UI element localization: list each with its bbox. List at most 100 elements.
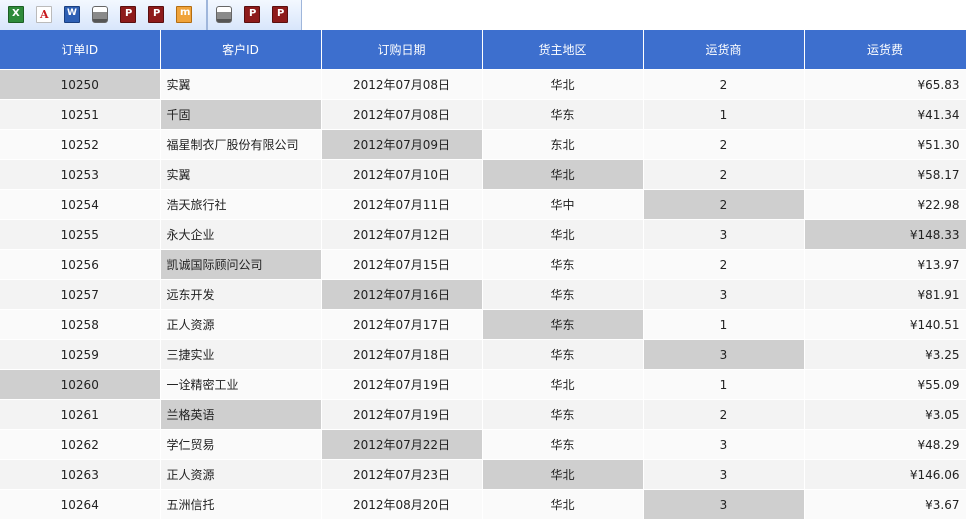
cell-freight: ¥3.05 <box>804 399 967 430</box>
cell-shipper: 2 <box>643 249 805 280</box>
table-row[interactable]: 10258 正人资源 2012年07月17日 华东 1 ¥140.51 <box>0 309 967 340</box>
table-row[interactable]: 10250 实翼 2012年07月08日 华北 2 ¥65.83 <box>0 69 967 100</box>
cell-order-date: 2012年07月09日 <box>321 129 483 160</box>
cell-customer-id: 实翼 <box>160 69 322 100</box>
print-icon[interactable] <box>92 6 108 23</box>
cell-order-date: 2012年07月12日 <box>321 219 483 250</box>
cell-order-date: 2012年07月15日 <box>321 249 483 280</box>
cell-ship-region: 东北 <box>482 129 644 160</box>
cell-shipper: 2 <box>643 129 805 160</box>
cell-customer-id: 远东开发 <box>160 279 322 310</box>
print-toolbar-group <box>207 0 302 30</box>
table-row[interactable]: 10264 五洲信托 2012年08月20日 华北 3 ¥3.67 <box>0 489 967 520</box>
column-header-shipper[interactable]: 运货商 <box>643 30 805 70</box>
cell-customer-id: 五洲信托 <box>160 489 322 520</box>
cell-freight: ¥55.09 <box>804 369 967 400</box>
cell-order-date: 2012年07月11日 <box>321 189 483 220</box>
cell-ship-region: 华北 <box>482 489 644 520</box>
print-pdf-icon[interactable] <box>244 6 260 23</box>
orders-table: 订单ID 客户ID 订购日期 货主地区 运货商 运货费 10250 实翼 2012年… <box>0 30 967 520</box>
cell-customer-id: 兰格英语 <box>160 399 322 430</box>
table-row[interactable]: 10257 远东开发 2012年07月16日 华东 3 ¥81.91 <box>0 279 967 310</box>
cell-shipper: 3 <box>643 279 805 310</box>
cell-shipper: 3 <box>643 429 805 460</box>
cell-ship-region: 华东 <box>482 279 644 310</box>
cell-freight: ¥51.30 <box>804 129 967 160</box>
cell-order-date: 2012年07月19日 <box>321 369 483 400</box>
cell-order-date: 2012年07月19日 <box>321 399 483 430</box>
cell-freight: ¥3.67 <box>804 489 967 520</box>
print-pdf-icon[interactable] <box>120 6 136 23</box>
cell-ship-region: 华北 <box>482 459 644 490</box>
cell-order-id: 10252 <box>0 129 161 160</box>
cell-customer-id: 正人资源 <box>160 459 322 490</box>
export-word-icon[interactable] <box>64 6 80 23</box>
cell-freight: ¥48.29 <box>804 429 967 460</box>
table-row[interactable]: 10262 学仁贸易 2012年07月22日 华东 3 ¥48.29 <box>0 429 967 460</box>
cell-shipper: 1 <box>643 309 805 340</box>
report-toolbar <box>0 0 970 30</box>
cell-customer-id: 实翼 <box>160 159 322 190</box>
cell-order-date: 2012年07月18日 <box>321 339 483 370</box>
table-row[interactable]: 10260 一诠精密工业 2012年07月19日 华北 1 ¥55.09 <box>0 369 967 400</box>
print-icon[interactable] <box>216 6 232 23</box>
cell-ship-region: 华北 <box>482 219 644 250</box>
cell-order-id: 10251 <box>0 99 161 130</box>
cell-freight: ¥140.51 <box>804 309 967 340</box>
table-row[interactable]: 10251 千固 2012年07月08日 华东 1 ¥41.34 <box>0 99 967 130</box>
column-header-order-date[interactable]: 订购日期 <box>321 30 483 70</box>
cell-order-date: 2012年07月23日 <box>321 459 483 490</box>
cell-freight: ¥65.83 <box>804 69 967 100</box>
cell-freight: ¥13.97 <box>804 249 967 280</box>
table-row[interactable]: 10255 永大企业 2012年07月12日 华北 3 ¥148.33 <box>0 219 967 250</box>
cell-order-id: 10254 <box>0 189 161 220</box>
cell-order-id: 10261 <box>0 399 161 430</box>
export-excel-icon[interactable] <box>8 6 24 23</box>
export-pdf-icon[interactable] <box>36 6 52 23</box>
cell-freight: ¥41.34 <box>804 99 967 130</box>
column-header-ship-region[interactable]: 货主地区 <box>482 30 644 70</box>
cell-shipper: 3 <box>643 339 805 370</box>
column-header-customer-id[interactable]: 客户ID <box>160 30 322 70</box>
table-row[interactable]: 10254 浩天旅行社 2012年07月11日 华中 2 ¥22.98 <box>0 189 967 220</box>
cell-order-id: 10259 <box>0 339 161 370</box>
cell-customer-id: 福星制衣厂股份有限公司 <box>160 129 322 160</box>
cell-freight: ¥146.06 <box>804 459 967 490</box>
table-row[interactable]: 10263 正人资源 2012年07月23日 华北 3 ¥146.06 <box>0 459 967 490</box>
column-header-freight[interactable]: 运货费 <box>804 30 967 70</box>
cell-order-date: 2012年07月22日 <box>321 429 483 460</box>
cell-order-id: 10253 <box>0 159 161 190</box>
cell-ship-region: 华中 <box>482 189 644 220</box>
table-row[interactable]: 10261 兰格英语 2012年07月19日 华东 2 ¥3.05 <box>0 399 967 430</box>
cell-order-id: 10257 <box>0 279 161 310</box>
cell-shipper: 1 <box>643 99 805 130</box>
print-preview-icon[interactable] <box>148 6 164 23</box>
table-row[interactable]: 10259 三捷实业 2012年07月18日 华东 3 ¥3.25 <box>0 339 967 370</box>
cell-shipper: 2 <box>643 189 805 220</box>
cell-shipper: 3 <box>643 219 805 250</box>
table-row[interactable]: 10256 凯诚国际顾问公司 2012年07月15日 华东 2 ¥13.97 <box>0 249 967 280</box>
export-image-icon[interactable] <box>176 6 192 23</box>
cell-order-id: 10264 <box>0 489 161 520</box>
cell-ship-region: 华东 <box>482 339 644 370</box>
column-header-order-id[interactable]: 订单ID <box>0 30 161 70</box>
cell-customer-id: 学仁贸易 <box>160 429 322 460</box>
table-header-row: 订单ID 客户ID 订购日期 货主地区 运货商 运货费 <box>0 30 967 70</box>
cell-order-id: 10262 <box>0 429 161 460</box>
cell-ship-region: 华东 <box>482 309 644 340</box>
print-preview-icon[interactable] <box>272 6 288 23</box>
cell-order-id: 10263 <box>0 459 161 490</box>
table-row[interactable]: 10252 福星制衣厂股份有限公司 2012年07月09日 东北 2 ¥51.30 <box>0 129 967 160</box>
cell-ship-region: 华东 <box>482 399 644 430</box>
table-row[interactable]: 10253 实翼 2012年07月10日 华北 2 ¥58.17 <box>0 159 967 190</box>
cell-shipper: 3 <box>643 459 805 490</box>
cell-order-id: 10250 <box>0 69 161 100</box>
cell-shipper: 2 <box>643 159 805 190</box>
cell-customer-id: 凯诚国际顾问公司 <box>160 249 322 280</box>
cell-ship-region: 华东 <box>482 249 644 280</box>
cell-freight: ¥58.17 <box>804 159 967 190</box>
cell-order-id: 10260 <box>0 369 161 400</box>
cell-ship-region: 华东 <box>482 429 644 460</box>
cell-ship-region: 华北 <box>482 69 644 100</box>
cell-ship-region: 华北 <box>482 159 644 190</box>
